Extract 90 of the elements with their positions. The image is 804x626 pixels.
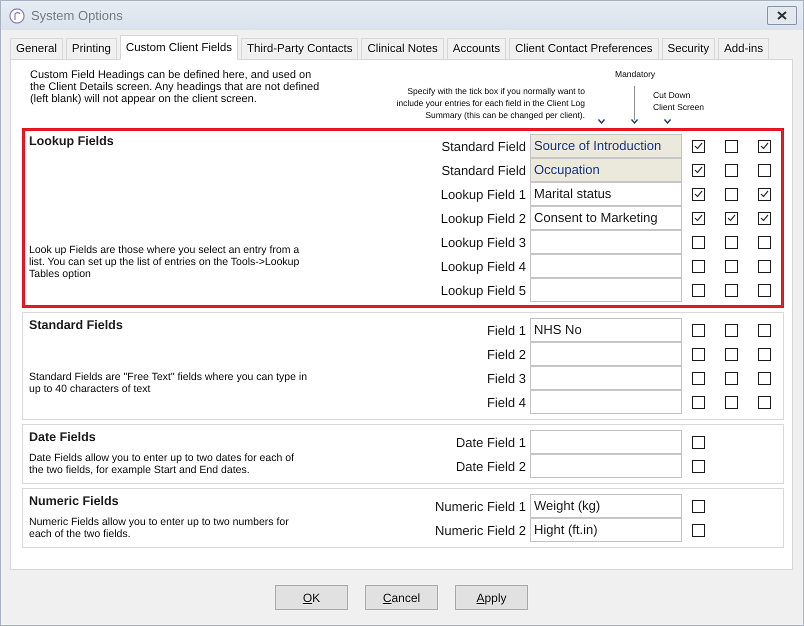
field-label: Numeric Field 1 xyxy=(434,498,527,514)
checkbox[interactable] xyxy=(692,500,705,512)
checkbox[interactable] xyxy=(725,348,738,360)
arrow-down-icon xyxy=(598,119,605,124)
checkbox[interactable] xyxy=(725,188,738,200)
close-icon xyxy=(777,11,787,20)
arrow-down-icon xyxy=(664,119,671,124)
input-field[interactable] xyxy=(530,278,682,302)
summary-note: Specify with the tick box if you normally want to include your entries for each field in the Client Log Summary (this can be changed per client). xyxy=(395,85,585,122)
input-field[interactable] xyxy=(530,366,682,390)
tab[interactable]: Client Contact Preferences xyxy=(509,38,659,60)
checkbox[interactable] xyxy=(758,372,771,384)
checkbox[interactable] xyxy=(692,188,705,200)
section-title: Numeric Fields xyxy=(29,494,120,508)
checkbox[interactable] xyxy=(692,260,705,272)
section-title: Lookup Fields xyxy=(29,134,115,148)
field-label: Field 1 xyxy=(486,322,527,338)
checkbox[interactable] xyxy=(692,436,705,448)
field-label: Date Field 2 xyxy=(454,458,527,474)
checkbox[interactable] xyxy=(758,284,771,296)
field-label: Lookup Field 2 xyxy=(440,210,527,226)
input-field[interactable]: Weight (kg) xyxy=(530,494,682,518)
tab[interactable]: Security xyxy=(662,38,716,60)
checkbox[interactable] xyxy=(725,372,738,384)
window-title: System Options xyxy=(31,8,124,23)
checkbox[interactable] xyxy=(725,260,738,272)
checkbox[interactable] xyxy=(758,324,771,336)
tab[interactable]: Third-Party Contacts xyxy=(241,38,358,60)
checkbox[interactable] xyxy=(692,212,705,224)
input-field[interactable]: Hight (ft.in) xyxy=(530,518,682,542)
section-title: Date Fields xyxy=(29,430,97,444)
checkbox[interactable] xyxy=(692,236,705,248)
intro-text: Custom Field Headings can be defined here, and used on the Client Details screen. Any headings that are not defined (left blank) will not appear on the client screen. xyxy=(29,68,320,105)
checkbox[interactable] xyxy=(725,236,738,248)
input-field[interactable]: Consent to Marketing xyxy=(530,206,682,230)
checkbox[interactable] xyxy=(758,236,771,248)
field-label: Lookup Field 1 xyxy=(440,186,527,202)
field-label: Date Field 1 xyxy=(454,434,527,450)
tab[interactable]: Add-ins xyxy=(718,38,770,60)
input-field[interactable]: NHS No xyxy=(530,318,682,342)
checkbox[interactable] xyxy=(758,212,771,224)
input-field[interactable] xyxy=(530,454,682,478)
checkbox[interactable] xyxy=(758,260,771,272)
close-button[interactable] xyxy=(767,6,797,25)
checkbox[interactable] xyxy=(692,348,705,360)
dialog-button[interactable]: Cancel xyxy=(365,585,438,610)
section-description: Numeric Fields allow you to enter up to two numbers for each of the two fields. xyxy=(29,516,290,540)
dialog-button[interactable]: OK xyxy=(275,585,348,610)
checkbox[interactable] xyxy=(725,396,738,408)
dialog-button[interactable]: Apply xyxy=(455,585,528,610)
arrow-down-icon xyxy=(631,119,638,124)
tab[interactable]: Accounts xyxy=(446,38,506,60)
checkbox[interactable] xyxy=(758,188,771,200)
checkbox[interactable] xyxy=(692,524,705,536)
field-label: Standard Field xyxy=(440,138,527,154)
input-field[interactable] xyxy=(530,342,682,366)
checkbox[interactable] xyxy=(692,460,705,472)
checkbox[interactable] xyxy=(725,324,738,336)
input-field[interactable]: Marital status xyxy=(530,182,682,206)
tab[interactable]: Printing xyxy=(66,38,117,60)
checkbox[interactable] xyxy=(692,396,705,408)
section-description: Look up Fields are those where you select an entry from a list. You can set up the list of entries on the Tools->Lookup Tables option xyxy=(29,244,300,280)
checkbox[interactable] xyxy=(725,284,738,296)
input-field[interactable] xyxy=(530,230,682,254)
mandatory-note: Mandatory xyxy=(615,68,656,80)
checkbox[interactable] xyxy=(692,372,705,384)
input-field[interactable] xyxy=(530,390,682,414)
tab[interactable]: General xyxy=(10,38,63,60)
section-description: Date Fields allow you to enter up to two dates for each of the two fields, for example Start and End dates. xyxy=(29,452,295,476)
field-label: Standard Field xyxy=(440,162,527,178)
checkbox[interactable] xyxy=(758,348,771,360)
field-label: Field 2 xyxy=(486,346,527,362)
field-label: Lookup Field 5 xyxy=(440,282,527,298)
field-label: Numeric Field 2 xyxy=(434,522,527,538)
field-label: Field 4 xyxy=(486,394,527,410)
checkbox[interactable] xyxy=(692,324,705,336)
section-title: Standard Fields xyxy=(29,318,124,332)
app-logo-icon xyxy=(9,8,25,24)
input-field[interactable] xyxy=(530,430,682,454)
checkbox[interactable] xyxy=(758,396,771,408)
checkbox[interactable] xyxy=(725,212,738,224)
tab[interactable]: Custom Client Fields xyxy=(120,35,238,60)
section-description: Standard Fields are "Free Text" fields where you can type in up to 40 characters of text xyxy=(29,371,308,395)
field-label: Field 3 xyxy=(486,370,527,386)
cut-down-note: Cut Down Client Screen xyxy=(653,89,706,113)
tab[interactable]: Clinical Notes xyxy=(361,38,444,60)
input-field[interactable] xyxy=(530,254,682,278)
checkbox[interactable] xyxy=(692,284,705,296)
field-label: Lookup Field 4 xyxy=(440,258,527,274)
field-label: Lookup Field 3 xyxy=(440,234,527,250)
